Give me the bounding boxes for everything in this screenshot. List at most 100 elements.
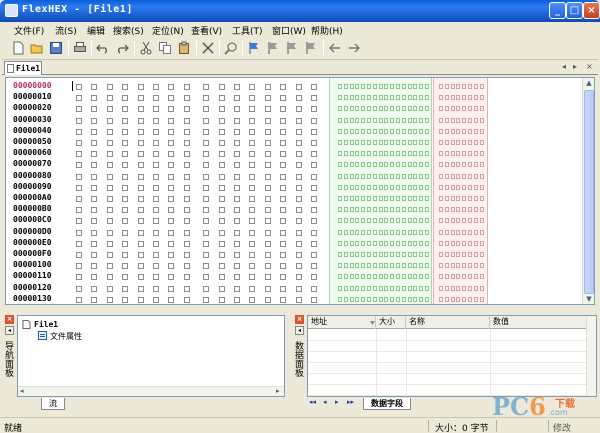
close-button[interactable]: × [583, 2, 600, 19]
ansi-char-cell[interactable] [413, 117, 418, 123]
hex-byte-cell[interactable] [234, 128, 240, 135]
unicode-char-cell[interactable] [439, 252, 443, 257]
ansi-char-cell[interactable] [419, 151, 424, 157]
hex-byte-cell[interactable] [311, 84, 317, 90]
next-page-icon[interactable]: ▸ [335, 398, 339, 406]
hex-byte-cell[interactable] [249, 106, 256, 113]
hex-byte-cell[interactable] [234, 184, 240, 191]
hex-byte-cell[interactable] [168, 285, 175, 292]
hex-byte-cell[interactable] [264, 162, 271, 169]
hex-byte-cell[interactable] [122, 184, 129, 191]
unicode-char-cell[interactable] [473, 162, 478, 168]
ansi-char-cell[interactable] [396, 95, 400, 101]
unicode-char-cell[interactable] [456, 285, 461, 291]
tab-data-fields[interactable]: 数据字段 [363, 398, 411, 410]
hex-byte-cell[interactable] [295, 184, 302, 191]
hex-byte-cell[interactable] [203, 207, 210, 214]
ansi-char-cell[interactable] [396, 196, 400, 201]
hex-byte-cell[interactable] [76, 196, 82, 202]
unicode-char-cell[interactable] [456, 229, 461, 235]
ansi-char-cell[interactable] [407, 274, 412, 280]
hex-byte-cell[interactable] [203, 151, 210, 158]
minimize-button[interactable]: _ [549, 2, 566, 19]
ansi-char-cell[interactable] [401, 95, 406, 101]
hex-byte-cell[interactable] [295, 95, 302, 102]
unicode-char-cell[interactable] [462, 252, 467, 257]
unicode-char-cell[interactable] [456, 117, 461, 123]
ansi-char-cell[interactable] [355, 84, 360, 89]
ansi-char-cell[interactable] [390, 218, 395, 224]
hex-byte-cell[interactable] [106, 117, 113, 124]
hex-byte-cell[interactable] [249, 263, 256, 270]
hex-byte-cell[interactable] [153, 95, 159, 102]
unicode-char-cell[interactable] [450, 162, 455, 168]
ansi-char-cell[interactable] [367, 229, 371, 235]
hex-byte-cell[interactable] [137, 296, 144, 303]
tab-file1[interactable]: File1 [4, 61, 42, 75]
hex-byte-cell[interactable] [311, 117, 317, 124]
ansi-char-cell[interactable] [396, 162, 400, 168]
hex-byte-cell[interactable] [122, 207, 129, 214]
unicode-char-cell[interactable] [439, 117, 443, 123]
ansi-char-cell[interactable] [349, 263, 354, 269]
ansi-char-cell[interactable] [413, 252, 418, 257]
ansi-char-cell[interactable] [343, 296, 348, 302]
ansi-char-cell[interactable] [372, 106, 377, 112]
ansi-char-cell[interactable] [401, 173, 406, 179]
hex-byte-cell[interactable] [183, 151, 190, 158]
unicode-char-cell[interactable] [468, 84, 472, 89]
hex-byte-cell[interactable] [153, 218, 159, 225]
ansi-char-cell[interactable] [367, 95, 371, 101]
unicode-char-cell[interactable] [450, 296, 455, 302]
ansi-char-cell[interactable] [396, 240, 400, 246]
unicode-char-cell[interactable] [473, 252, 478, 257]
hex-byte-cell[interactable] [311, 207, 317, 214]
hex-byte-cell[interactable] [234, 207, 240, 214]
hex-byte-cell[interactable] [183, 84, 190, 90]
hex-byte-cell[interactable] [234, 274, 240, 281]
unicode-char-cell[interactable] [479, 218, 484, 224]
hex-byte-cell[interactable] [264, 84, 271, 90]
unicode-char-cell[interactable] [444, 274, 449, 280]
unicode-char-cell[interactable] [479, 84, 484, 89]
unicode-char-cell[interactable] [462, 95, 467, 101]
ansi-char-cell[interactable] [384, 106, 389, 112]
ansi-char-cell[interactable] [401, 140, 406, 145]
ansi-char-cell[interactable] [367, 296, 371, 302]
hex-byte-cell[interactable] [153, 296, 159, 303]
unicode-char-cell[interactable] [444, 218, 449, 224]
unicode-char-cell[interactable] [456, 184, 461, 190]
ansi-char-cell[interactable] [384, 252, 389, 257]
hex-byte-cell[interactable] [249, 274, 256, 281]
ansi-char-cell[interactable] [349, 128, 354, 134]
hex-byte-cell[interactable] [76, 229, 82, 236]
hex-byte-cell[interactable] [264, 106, 271, 113]
ansi-char-cell[interactable] [384, 263, 389, 269]
hex-byte-cell[interactable] [295, 240, 302, 247]
unicode-char-cell[interactable] [450, 84, 455, 89]
unicode-char-cell[interactable] [479, 106, 484, 112]
ansi-char-cell[interactable] [361, 117, 366, 123]
ansi-char-cell[interactable] [378, 140, 383, 145]
hex-byte-cell[interactable] [311, 151, 317, 158]
hex-byte-cell[interactable] [264, 196, 271, 202]
ansi-char-cell[interactable] [367, 162, 371, 168]
unicode-char-cell[interactable] [439, 151, 443, 157]
hex-byte-cell[interactable] [106, 263, 113, 270]
ansi-char-cell[interactable] [384, 207, 389, 213]
hex-byte-cell[interactable] [234, 173, 240, 180]
hex-byte-cell[interactable] [122, 162, 129, 169]
ansi-char-cell[interactable] [407, 84, 412, 89]
hex-byte-cell[interactable] [203, 140, 210, 146]
ansi-char-cell[interactable] [425, 296, 429, 302]
hex-byte-cell[interactable] [218, 296, 225, 303]
ansi-char-cell[interactable] [384, 173, 389, 179]
ansi-char-cell[interactable] [413, 151, 418, 157]
ansi-char-cell[interactable] [338, 252, 342, 257]
unicode-char-cell[interactable] [479, 229, 484, 235]
unicode-char-cell[interactable] [450, 95, 455, 101]
hex-byte-cell[interactable] [295, 106, 302, 113]
unicode-char-cell[interactable] [462, 229, 467, 235]
hex-byte-cell[interactable] [295, 128, 302, 135]
hex-byte-cell[interactable] [234, 117, 240, 124]
